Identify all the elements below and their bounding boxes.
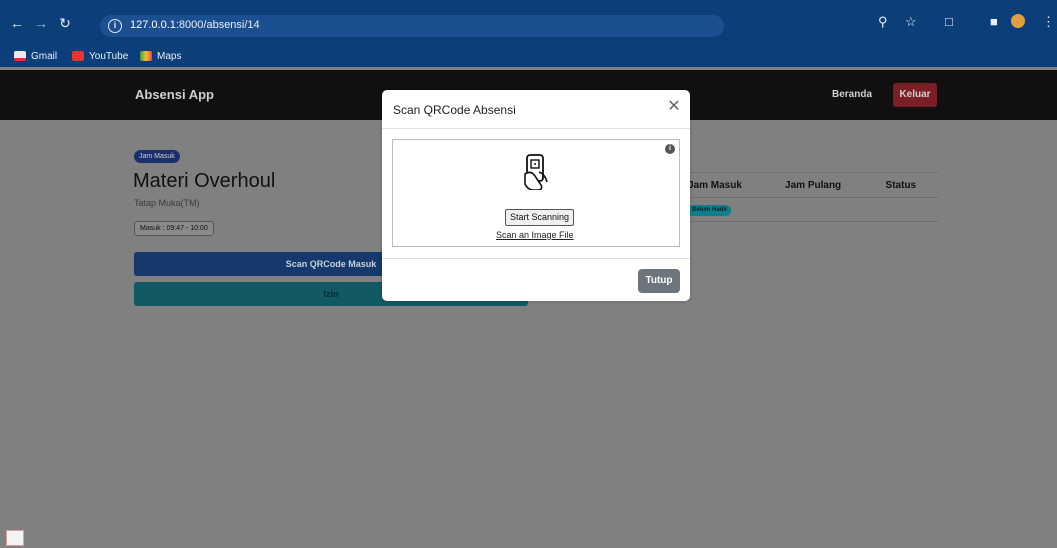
url-text: 127.0.0.1:8000/absensi/14 xyxy=(130,19,260,31)
close-icon[interactable]: ✕ xyxy=(666,99,682,115)
bookmark-maps[interactable]: Maps xyxy=(140,48,181,64)
logout-button[interactable]: Keluar xyxy=(893,83,937,107)
address-bar[interactable]: i 127.0.0.1:8000/absensi/14 xyxy=(100,15,724,37)
qr-scanner-area: i Start Scanning Scan an Image File xyxy=(392,139,680,247)
page-title: Materi Overhoul xyxy=(133,170,276,192)
profile-avatar[interactable] xyxy=(1011,14,1025,28)
phone-scan-icon xyxy=(524,154,548,190)
back-icon[interactable]: ← xyxy=(8,14,26,32)
bookmark-youtube[interactable]: YouTube xyxy=(72,48,128,64)
time-range: Masuk : 09:47 - 10:00 xyxy=(134,221,214,236)
info-icon[interactable]: i xyxy=(665,144,675,154)
tutup-button[interactable]: Tutup xyxy=(638,269,680,293)
sidepanel-icon[interactable]: ■ xyxy=(990,14,998,29)
status-badge: Belum Hadir xyxy=(688,204,732,216)
scan-image-file-link[interactable]: Scan an Image File xyxy=(496,230,574,240)
attendance-table: Jam Masuk Jam Pulang Status Belum Hadir xyxy=(680,172,938,222)
nav-home-link[interactable]: Beranda xyxy=(832,89,872,100)
zoom-icon[interactable]: ⚲ xyxy=(878,14,888,30)
bookmarks-bar: Gmail YouTube Maps xyxy=(0,45,1057,67)
start-scanning-button[interactable]: Start Scanning xyxy=(505,209,575,226)
bookmark-gmail[interactable]: Gmail xyxy=(14,48,57,64)
bookmark-star-icon[interactable]: ☆ xyxy=(905,14,917,30)
extensions-icon[interactable]: □ xyxy=(945,14,953,29)
browser-toolbar: ← → ↻ i 127.0.0.1:8000/absensi/14 ⚲ ☆ □ … xyxy=(0,0,1057,45)
scan-modal: Scan QRCode Absensi ✕ i Start Scanning S… xyxy=(382,90,690,301)
session-type: Tatap Muka(TM) xyxy=(134,198,200,208)
modal-footer: Tutup xyxy=(382,258,690,301)
gmail-icon xyxy=(14,51,26,61)
col-status: Status xyxy=(877,172,938,198)
forward-icon[interactable]: → xyxy=(32,14,50,32)
youtube-icon xyxy=(72,51,84,61)
modal-header: Scan QRCode Absensi ✕ xyxy=(382,90,690,129)
table-row: Belum Hadir xyxy=(680,197,938,222)
col-jam-masuk: Jam Masuk xyxy=(680,172,778,198)
debug-logo-icon[interactable] xyxy=(6,530,24,546)
maps-icon xyxy=(140,51,152,61)
site-info-icon[interactable]: i xyxy=(108,19,122,33)
col-jam-pulang: Jam Pulang xyxy=(777,172,878,198)
menu-icon[interactable]: ⋮ xyxy=(1042,14,1055,30)
reload-icon[interactable]: ↻ xyxy=(56,14,74,32)
jam-masuk-badge: Jam Masuk xyxy=(134,150,180,163)
modal-title: Scan QRCode Absensi xyxy=(393,103,516,117)
app-brand[interactable]: Absensi App xyxy=(135,87,214,102)
